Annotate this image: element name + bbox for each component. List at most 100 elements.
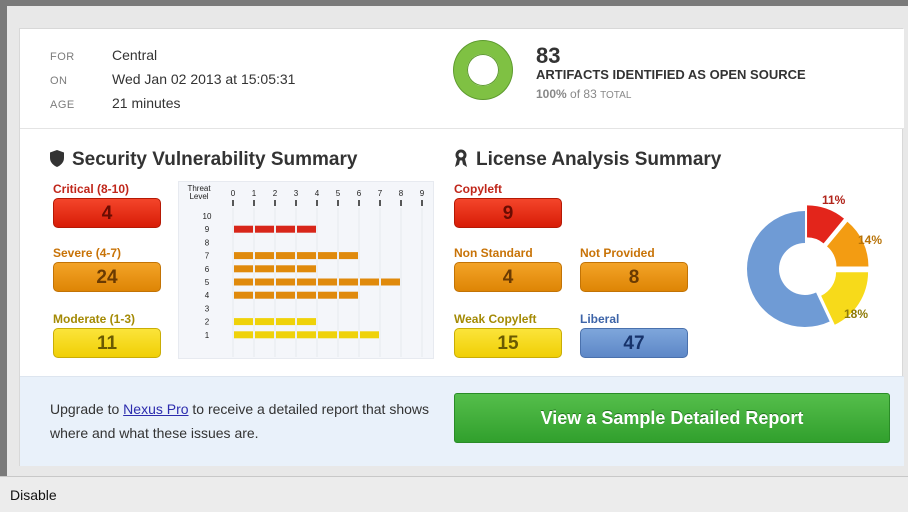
license-donut-chart (740, 191, 890, 346)
threat-bar-segment (318, 291, 337, 299)
threat-bar-segment (276, 265, 295, 273)
meta-for-value: Central (112, 47, 158, 63)
threat-y-tick: 4 (205, 291, 210, 300)
view-sample-report-button[interactable]: View a Sample Detailed Report (454, 393, 890, 443)
nonstandard-badge: 4 (454, 262, 562, 292)
artifact-count-label: ARTIFACTS IDENTIFIED AS OPEN SOURCE (536, 67, 806, 82)
severe-badge: 24 (53, 262, 161, 292)
threat-bar-segment (339, 278, 358, 286)
threat-x-tick: 7 (378, 189, 383, 198)
artifact-percent: 100% of 83 TOTAL (536, 87, 631, 101)
meta-on-row: ON Wed Jan 02 2013 at 15:05:31 (50, 71, 295, 87)
meta-for-row: FOR Central (50, 47, 157, 63)
nexus-pro-link[interactable]: Nexus Pro (123, 401, 188, 417)
threat-y-tick: 9 (205, 225, 210, 234)
threat-bar-segment (276, 318, 295, 326)
threat-bar-segment (255, 278, 274, 286)
threat-bar-segment (381, 278, 400, 286)
threat-bar-segment (255, 252, 274, 260)
notprovided-label: Not Provided (580, 246, 655, 260)
threat-axis-label: Threat Level (187, 184, 211, 201)
threat-bar-segment (360, 278, 379, 286)
threat-bar-segment (339, 291, 358, 299)
threat-bar-segment (255, 265, 274, 273)
ribbon-icon (454, 149, 468, 173)
threat-bar-segment (318, 252, 337, 260)
threat-bar-segment (297, 225, 316, 233)
threat-y-tick: 1 (205, 331, 210, 340)
threat-x-tick: 0 (231, 189, 236, 198)
threat-bar-segment (234, 291, 253, 299)
threat-bar-segment (297, 331, 316, 339)
report-header: FOR Central ON Wed Jan 02 2013 at 15:05:31… (20, 29, 904, 129)
disable-button[interactable]: Disable (10, 487, 57, 503)
threat-bar-segment (276, 225, 295, 233)
shield-icon (50, 150, 64, 173)
critical-label: Critical (8-10) (53, 182, 130, 196)
moderate-label: Moderate (1-3) (53, 312, 136, 326)
threat-y-tick: 5 (205, 278, 210, 287)
threat-level-chart-svg: Threat Level 0 1 2 3 4 5 6 7 8 9 10 9 8 7 6 5 4 3 2 1 (187, 184, 425, 357)
percent-of: of 83 (570, 87, 597, 101)
threat-bar-segment (234, 225, 253, 233)
threat-bar-segment (297, 291, 316, 299)
threat-x-tick: 2 (273, 189, 278, 198)
threat-bar-segment (297, 252, 316, 260)
meta-age-row: AGE 21 minutes (50, 95, 180, 111)
threat-bar-segment (234, 278, 253, 286)
copyleft-badge: 9 (454, 198, 562, 228)
donut-label-copyleft: 11% (822, 193, 846, 207)
threat-x-tick: 6 (357, 189, 362, 198)
license-title: License Analysis Summary (454, 149, 721, 173)
moderate-badge: 11 (53, 328, 161, 358)
threat-bar-segment (234, 331, 253, 339)
liberal-label: Liberal (580, 312, 620, 326)
threat-x-tick: 1 (252, 189, 257, 198)
threat-x-tick: 9 (420, 189, 425, 198)
threat-bar-segment (339, 252, 358, 260)
meta-age-value: 21 minutes (112, 95, 181, 111)
meta-for-key: FOR (50, 51, 75, 63)
threat-bar-segment (255, 225, 274, 233)
threat-bar-segment (297, 265, 316, 273)
weak-copyleft-badge: 15 (454, 328, 562, 358)
threat-bar-segment (234, 318, 253, 326)
threat-bar-segment (339, 331, 358, 339)
notprovided-badge: 8 (580, 262, 688, 292)
threat-bar-segment (276, 291, 295, 299)
threat-y-tick: 7 (205, 252, 210, 261)
threat-bar-segment (276, 278, 295, 286)
threat-x-tick: 8 (399, 189, 404, 198)
threat-bar-segment (360, 331, 379, 339)
meta-on-key: ON (50, 75, 68, 87)
critical-badge: 4 (53, 198, 161, 228)
security-title-text: Security Vulnerability Summary (72, 149, 358, 170)
nonstandard-label: Non Standard (454, 246, 533, 260)
percent-total: TOTAL (600, 90, 632, 101)
report-frame: FOR Central ON Wed Jan 02 2013 at 15:05:31… (0, 0, 908, 476)
threat-bar-segment (297, 318, 316, 326)
severe-label: Severe (4-7) (53, 246, 122, 260)
upgrade-text: Upgrade to Nexus Pro to receive a detail… (50, 397, 430, 445)
meta-age-key: AGE (50, 99, 75, 111)
threat-x-tick: 3 (294, 189, 299, 198)
threat-x-tick: 5 (336, 189, 341, 198)
threat-bar-segment (276, 331, 295, 339)
threat-bar-segment (318, 278, 337, 286)
threat-bar-segment (255, 318, 274, 326)
copyleft-label: Copyleft (454, 182, 502, 196)
threat-y-tick: 3 (205, 304, 210, 313)
threat-bar-segment (297, 278, 316, 286)
meta-on-value: Wed Jan 02 2013 at 15:05:31 (112, 71, 296, 87)
threat-bar-segment (255, 331, 274, 339)
artifact-count: 83 (536, 43, 561, 68)
license-title-text: License Analysis Summary (476, 149, 722, 170)
threat-bar-segment (318, 331, 337, 339)
threat-bar-segment (234, 265, 253, 273)
threat-bar-segment (234, 252, 253, 260)
weak-copyleft-label: Weak Copyleft (454, 312, 537, 326)
threat-y-tick: 6 (205, 265, 210, 274)
threat-y-tick: 8 (205, 238, 210, 247)
liberal-badge: 47 (580, 328, 688, 358)
threat-y-tick: 2 (205, 318, 210, 327)
